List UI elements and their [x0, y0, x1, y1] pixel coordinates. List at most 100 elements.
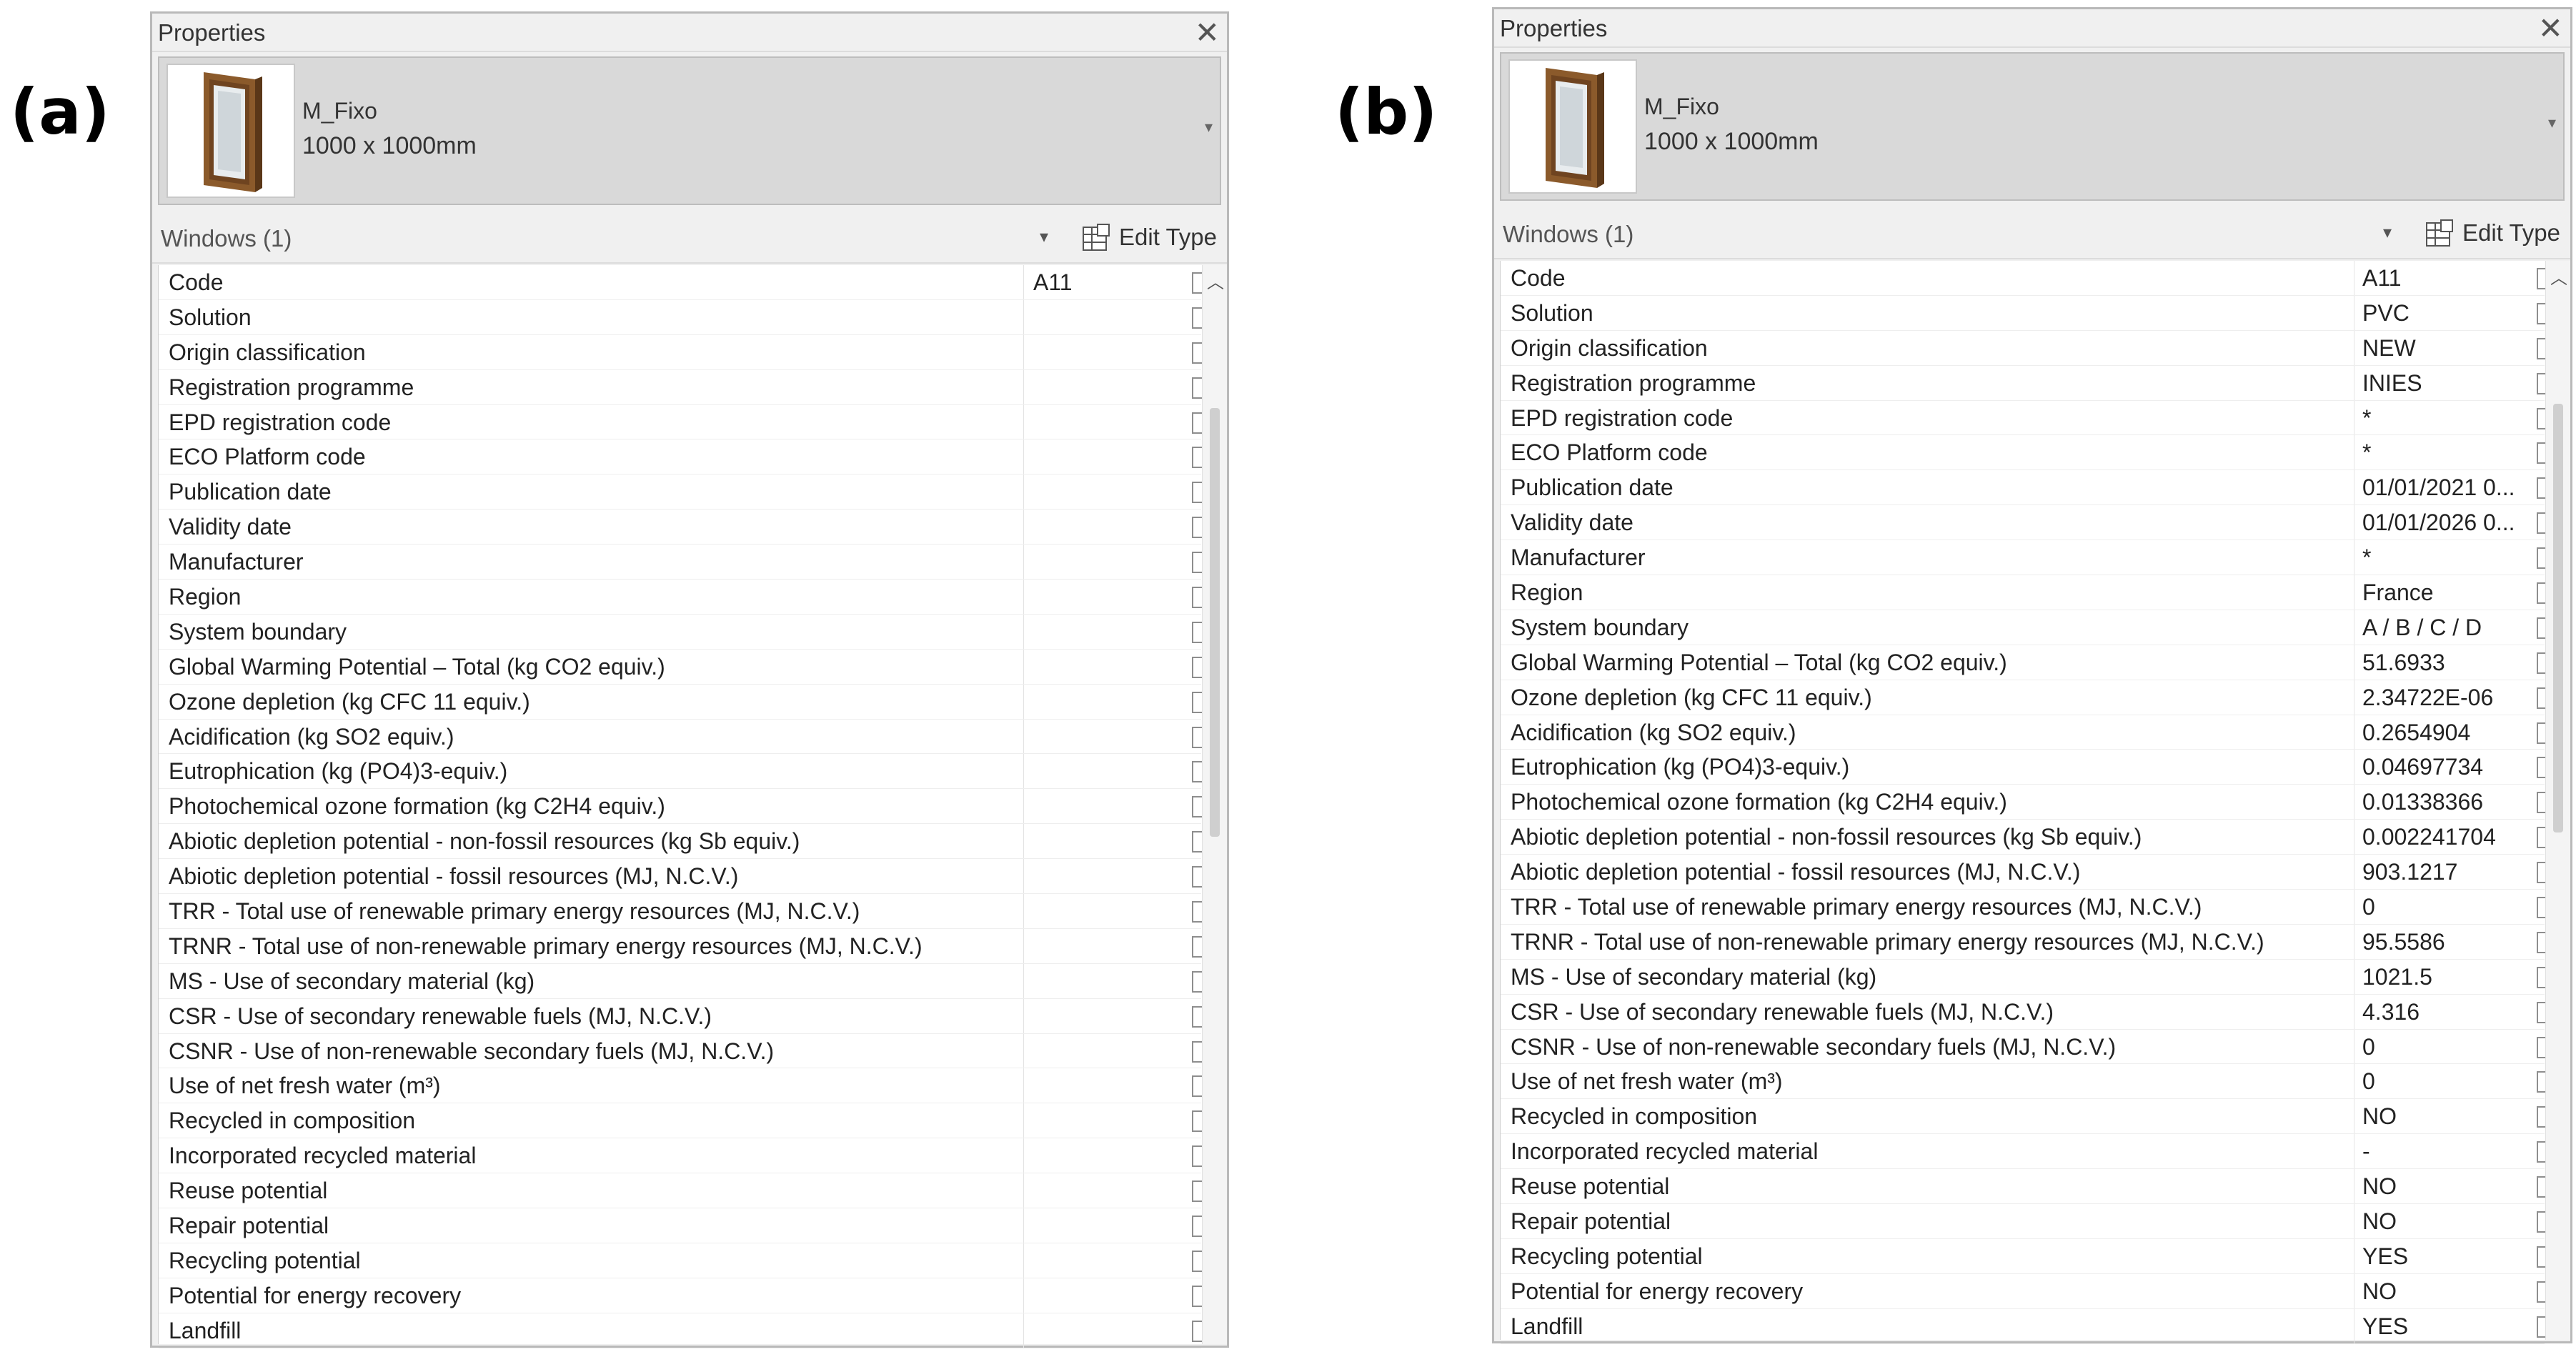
type-dropdown-icon[interactable]: ▾ [2548, 114, 2556, 132]
property-row[interactable]: Abiotic depletion potential - fossil res… [159, 859, 1206, 895]
scroll-thumb[interactable] [2553, 404, 2563, 832]
property-row[interactable]: Validity date [159, 510, 1206, 545]
property-row[interactable]: Photochemical ozone formation (kg C2H4 e… [1501, 785, 2551, 820]
property-row[interactable]: Manufacturer [159, 545, 1206, 580]
property-row[interactable]: Use of net fresh water (m³) [159, 1068, 1206, 1104]
property-value[interactable]: - [2362, 1138, 2527, 1165]
property-value[interactable]: 903.1217 [2362, 859, 2527, 885]
property-row[interactable]: Eutrophication (kg (PO4)3-equiv.) [159, 754, 1206, 790]
property-row[interactable]: Recycling potential [159, 1243, 1206, 1278]
property-row[interactable]: Validity date 01/01/2026 0... [1501, 505, 2551, 541]
property-value[interactable]: France [2362, 580, 2527, 606]
type-dropdown-icon[interactable]: ▾ [1205, 118, 1213, 136]
property-value[interactable]: INIES [2362, 370, 2527, 397]
property-row[interactable]: Repair potential [159, 1208, 1206, 1243]
property-row[interactable]: Ozone depletion (kg CFC 11 equiv.) 2.3472… [1501, 680, 2551, 715]
property-row[interactable]: Abiotic depletion potential - non-fossil… [1501, 820, 2551, 855]
property-value[interactable]: 0 [2362, 1068, 2527, 1095]
property-row[interactable]: MS - Use of secondary material (kg) 1021.… [1501, 959, 2551, 995]
property-value[interactable]: 0.01338366 [2362, 789, 2527, 815]
property-row[interactable]: CSNR - Use of non-renewable secondary fu… [159, 1033, 1206, 1069]
property-value[interactable]: YES [2362, 1243, 2527, 1270]
property-value[interactable]: * [2362, 405, 2527, 432]
property-row[interactable]: CSNR - Use of non-renewable secondary fu… [1501, 1029, 2551, 1065]
property-value[interactable]: A11 [1033, 269, 1183, 296]
close-icon[interactable]: ✕ [1195, 15, 1220, 50]
property-row[interactable]: Landfill YES [1501, 1308, 2551, 1344]
property-value[interactable]: PVC [2362, 300, 2527, 327]
property-value[interactable]: 01/01/2021 0... [2362, 474, 2527, 501]
property-row[interactable]: Photochemical ozone formation (kg C2H4 e… [159, 789, 1206, 825]
property-row[interactable]: Incorporated recycled material - [1501, 1134, 2551, 1170]
property-row[interactable]: Registration programme INIES [1501, 365, 2551, 401]
scrollbar[interactable]: ︿ [2545, 261, 2570, 1340]
property-row[interactable]: Manufacturer * [1501, 540, 2551, 576]
property-row[interactable]: System boundary [159, 614, 1206, 650]
property-row[interactable]: Abiotic depletion potential - fossil res… [1501, 855, 2551, 890]
property-value[interactable]: 0 [2362, 894, 2527, 920]
filter-dropdown[interactable]: Windows (1) [1503, 221, 1633, 248]
property-value[interactable]: 0.04697734 [2362, 754, 2527, 780]
property-row[interactable]: ECO Platform code [159, 439, 1206, 475]
chevron-down-icon[interactable]: ▾ [2383, 222, 2392, 243]
property-row[interactable]: TRNR - Total use of non-renewable primar… [159, 928, 1206, 964]
property-row[interactable]: EPD registration code * [1501, 400, 2551, 436]
property-row[interactable]: Global Warming Potential – Total (kg CO2… [159, 649, 1206, 685]
type-selector[interactable]: M_Fixo 1000 x 1000mm ▾ [158, 56, 1221, 205]
property-value[interactable]: 0 [2362, 1034, 2527, 1060]
scroll-up-icon[interactable]: ︿ [2550, 264, 2567, 289]
property-row[interactable]: Recycled in composition [159, 1103, 1206, 1139]
property-row[interactable]: Origin classification NEW [1501, 330, 2551, 366]
property-value[interactable]: * [2362, 439, 2527, 466]
property-row[interactable]: Publication date [159, 474, 1206, 510]
property-row[interactable]: Code A11 [159, 265, 1206, 300]
property-value[interactable]: * [2362, 545, 2527, 571]
scroll-up-icon[interactable]: ︿ [1207, 268, 1224, 293]
property-row[interactable]: Incorporated recycled material [159, 1138, 1206, 1174]
property-value[interactable]: 95.5586 [2362, 929, 2527, 955]
property-value[interactable]: 1021.5 [2362, 964, 2527, 990]
property-value[interactable]: 01/01/2026 0... [2362, 510, 2527, 536]
property-value[interactable]: 2.34722E-06 [2362, 685, 2527, 711]
property-row[interactable]: Repair potential NO [1501, 1204, 2551, 1239]
property-row[interactable]: Ozone depletion (kg CFC 11 equiv.) [159, 684, 1206, 720]
property-row[interactable]: Publication date 01/01/2021 0... [1501, 470, 2551, 506]
property-value[interactable]: NO [2362, 1103, 2527, 1130]
property-row[interactable]: TRR - Total use of renewable primary ene… [159, 894, 1206, 929]
property-row[interactable]: MS - Use of secondary material (kg) [159, 963, 1206, 999]
filter-dropdown[interactable]: Windows (1) [161, 225, 292, 252]
property-row[interactable]: Landfill [159, 1313, 1206, 1348]
property-row[interactable]: Recycling potential YES [1501, 1238, 2551, 1274]
property-row[interactable]: Eutrophication (kg (PO4)3-equiv.) 0.04697… [1501, 750, 2551, 785]
scrollbar[interactable]: ︿ [1202, 265, 1227, 1344]
property-value[interactable]: NO [2362, 1278, 2527, 1305]
property-row[interactable]: Code A11 [1501, 261, 2551, 296]
edit-type-button[interactable]: Edit Type [2425, 217, 2560, 249]
chevron-down-icon[interactable]: ▾ [1040, 227, 1048, 247]
property-row[interactable]: ECO Platform code * [1501, 435, 2551, 471]
property-row[interactable]: CSR - Use of secondary renewable fuels (… [159, 998, 1206, 1034]
property-row[interactable]: System boundary A / B / C / D [1501, 610, 2551, 645]
property-value[interactable]: A11 [2362, 265, 2527, 292]
property-value[interactable]: 0.002241704 [2362, 824, 2527, 850]
property-row[interactable]: Solution PVC [1501, 295, 2551, 331]
close-icon[interactable]: ✕ [2538, 11, 2563, 46]
property-row[interactable]: Acidification (kg SO2 equiv.) 0.2654904 [1501, 715, 2551, 750]
property-value[interactable]: 51.6933 [2362, 650, 2527, 676]
property-row[interactable]: Region [159, 580, 1206, 615]
property-row[interactable]: Acidification (kg SO2 equiv.) [159, 719, 1206, 755]
property-row[interactable]: EPD registration code [159, 404, 1206, 440]
property-value[interactable]: YES [2362, 1313, 2527, 1340]
property-row[interactable]: Potential for energy recovery [159, 1278, 1206, 1313]
property-row[interactable]: CSR - Use of secondary renewable fuels (… [1501, 994, 2551, 1030]
scroll-thumb[interactable] [1210, 408, 1220, 837]
property-value[interactable]: 0.2654904 [2362, 720, 2527, 746]
property-value[interactable]: NO [2362, 1208, 2527, 1235]
property-row[interactable]: TRR - Total use of renewable primary ene… [1501, 890, 2551, 925]
property-row[interactable]: Solution [159, 299, 1206, 335]
property-row[interactable]: TRNR - Total use of non-renewable primar… [1501, 924, 2551, 960]
property-row[interactable]: Reuse potential NO [1501, 1169, 2551, 1205]
property-row[interactable]: Use of net fresh water (m³) 0 [1501, 1064, 2551, 1100]
property-row[interactable]: Region France [1501, 575, 2551, 610]
property-value[interactable]: A / B / C / D [2362, 615, 2527, 641]
